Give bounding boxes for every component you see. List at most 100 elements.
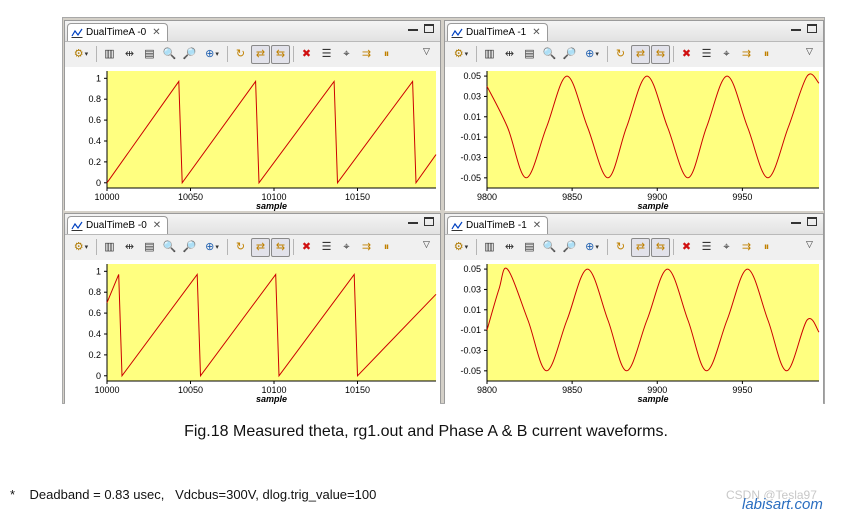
delete-button[interactable]: ✖ — [677, 238, 696, 257]
y-tick-label: -0.01 — [460, 325, 481, 335]
columns-icon: ▥ — [104, 240, 115, 253]
refresh-button[interactable]: ↻ — [611, 45, 630, 64]
maximize-icon[interactable] — [807, 217, 817, 226]
plot-area: -0.05 -0.03 -0.01 0.01 0.03 0.05 9800 9850 9900 9… — [445, 260, 823, 404]
refresh-button[interactable]: ↻ — [611, 238, 630, 257]
zoom-window-button[interactable]: ⊕ ▾ — [580, 238, 604, 257]
plot-background — [487, 71, 819, 188]
binoculars-icon: ⌖ — [343, 240, 350, 253]
view-menu-icon[interactable]: ▽ — [800, 235, 819, 254]
step-button[interactable]: ⇉ — [357, 45, 376, 64]
align-button[interactable]: ⇹ — [500, 238, 519, 257]
zoom-window-button[interactable]: ⊕ ▾ — [200, 238, 224, 257]
align-button[interactable]: ⇹ — [120, 238, 139, 257]
zoom-in-button[interactable]: 🔍 — [160, 45, 179, 64]
zoom-window-button[interactable]: ⊕ ▾ — [580, 45, 604, 64]
zoom-in-button[interactable]: 🔍 — [160, 238, 179, 257]
graph-tab[interactable]: DualTimeB -0 ✕ — [67, 216, 169, 234]
panel-tab-bar: DualTimeA -0 ✕ — [65, 21, 440, 42]
sync-button[interactable]: ⇄ — [631, 44, 650, 64]
options-button[interactable]: ⚙ ▾ — [69, 238, 93, 257]
step-button[interactable]: ⇉ — [737, 238, 756, 257]
sync-alt-icon: ⇆ — [655, 240, 666, 253]
list-button[interactable]: ☰ — [697, 45, 716, 64]
columns-button[interactable]: ▥ — [100, 45, 119, 64]
binoculars-button[interactable]: ⌖ — [337, 238, 356, 257]
zoom-in-button[interactable]: 🔍 — [540, 238, 559, 257]
sync-alt-button[interactable]: ⇆ — [271, 237, 290, 257]
align-icon: ⇹ — [124, 47, 135, 60]
delete-button[interactable]: ✖ — [677, 45, 696, 64]
refresh-button[interactable]: ↻ — [231, 238, 250, 257]
table-button[interactable]: ▤ — [520, 45, 539, 64]
align-button[interactable]: ⇹ — [120, 45, 139, 64]
y-tick-label: 0.05 — [463, 264, 481, 274]
columns-icon: ▥ — [104, 47, 115, 60]
columns-button[interactable]: ▥ — [100, 238, 119, 257]
view-menu-icon[interactable]: ▽ — [800, 42, 819, 61]
graph-tab[interactable]: DualTimeA -0 ✕ — [67, 23, 168, 41]
plot-background — [107, 264, 436, 381]
binoculars-button[interactable]: ⌖ — [717, 45, 736, 64]
graph-tab[interactable]: DualTimeA -1 ✕ — [447, 23, 548, 41]
zoom-out-button[interactable]: 🔎 — [560, 45, 579, 64]
step-icon: ⇉ — [361, 47, 372, 60]
view-menu-icon[interactable]: ▽ — [417, 235, 436, 254]
options-button[interactable]: ⚙ ▾ — [69, 45, 93, 64]
close-tab-icon[interactable]: ✕ — [152, 27, 160, 38]
zoom-window-icon: ⊕ — [205, 47, 215, 60]
columns-button[interactable]: ▥ — [480, 45, 499, 64]
step-button[interactable]: ⇉ — [357, 238, 376, 257]
table-button[interactable]: ▤ — [140, 45, 159, 64]
view-menu-icon[interactable]: ▽ — [417, 42, 436, 61]
step-icon: ⇉ — [741, 240, 752, 253]
list-button[interactable]: ☰ — [317, 238, 336, 257]
zoom-out-button[interactable]: 🔎 — [180, 45, 199, 64]
options-button[interactable]: ⚙ ▾ — [449, 45, 473, 64]
minimize-icon[interactable] — [408, 217, 418, 224]
delete-icon: ✖ — [681, 47, 692, 60]
pause-button[interactable]: ⏸ — [757, 45, 776, 64]
delete-button[interactable]: ✖ — [297, 238, 316, 257]
zoom-in-button[interactable]: 🔍 — [540, 45, 559, 64]
maximize-icon[interactable] — [807, 24, 817, 33]
graph-panel: DualTimeB -1 ✕ ⚙ ▾ ▥ ⇹ ▤ 🔍 🔎 ⊕ ▾ ↻ ⇄ ⇆ ✖ ☰ ⌖ ⇉ ⏸ ▽ -0.05 -0.0… — [444, 213, 824, 404]
sync-button[interactable]: ⇄ — [631, 237, 650, 257]
zoom-out-button[interactable]: 🔎 — [560, 238, 579, 257]
zoom-window-button[interactable]: ⊕ ▾ — [200, 45, 224, 64]
list-button[interactable]: ☰ — [697, 238, 716, 257]
minimize-icon[interactable] — [408, 24, 418, 31]
binoculars-button[interactable]: ⌖ — [337, 45, 356, 64]
binoculars-button[interactable]: ⌖ — [717, 238, 736, 257]
maximize-icon[interactable] — [424, 217, 434, 226]
minimize-icon[interactable] — [791, 217, 801, 224]
maximize-icon[interactable] — [424, 24, 434, 33]
sync-alt-button[interactable]: ⇆ — [651, 237, 670, 257]
sync-button[interactable]: ⇄ — [251, 44, 270, 64]
step-button[interactable]: ⇉ — [737, 45, 756, 64]
pause-button[interactable]: ⏸ — [377, 45, 396, 64]
delete-button[interactable]: ✖ — [297, 45, 316, 64]
pause-button[interactable]: ⏸ — [377, 238, 396, 257]
sync-alt-button[interactable]: ⇆ — [651, 44, 670, 64]
minimize-icon[interactable] — [791, 24, 801, 31]
close-tab-icon[interactable]: ✕ — [533, 220, 541, 231]
sync-button[interactable]: ⇄ — [251, 237, 270, 257]
options-button[interactable]: ⚙ ▾ — [449, 238, 473, 257]
zoom-in-icon: 🔍 — [162, 240, 177, 253]
pause-button[interactable]: ⏸ — [757, 238, 776, 257]
table-button[interactable]: ▤ — [520, 238, 539, 257]
close-tab-icon[interactable]: ✕ — [532, 27, 540, 38]
columns-button[interactable]: ▥ — [480, 238, 499, 257]
graph-grid: DualTimeA -0 ✕ ⚙ ▾ ▥ ⇹ ▤ 🔍 🔎 ⊕ ▾ ↻ ⇄ ⇆ ✖ ☰ ⌖ ⇉ ⏸ ▽ 0 0.2 0.4 0.… — [62, 17, 825, 404]
list-button[interactable]: ☰ — [317, 45, 336, 64]
align-button[interactable]: ⇹ — [500, 45, 519, 64]
zoom-out-button[interactable]: 🔎 — [180, 238, 199, 257]
graph-toolbar: ⚙ ▾ ▥ ⇹ ▤ 🔍 🔎 ⊕ ▾ ↻ ⇄ ⇆ ✖ ☰ ⌖ ⇉ ⏸ ▽ — [65, 235, 440, 259]
graph-tab[interactable]: DualTimeB -1 ✕ — [447, 216, 549, 234]
sync-alt-button[interactable]: ⇆ — [271, 44, 290, 64]
close-tab-icon[interactable]: ✕ — [153, 220, 161, 231]
refresh-button[interactable]: ↻ — [231, 45, 250, 64]
table-button[interactable]: ▤ — [140, 238, 159, 257]
panel-tab-bar: DualTimeB -0 ✕ — [65, 214, 440, 235]
